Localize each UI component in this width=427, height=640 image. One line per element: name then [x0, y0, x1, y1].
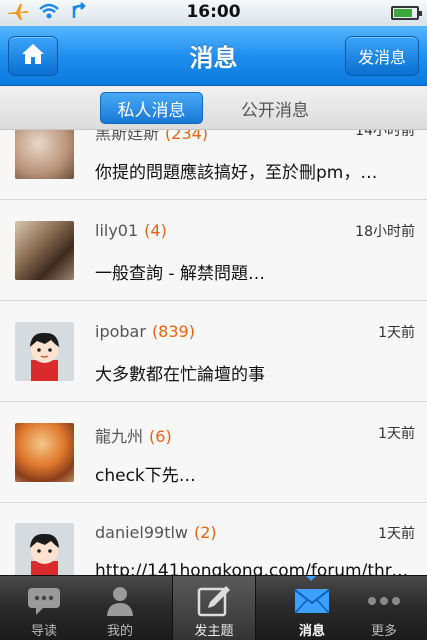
avatar: [15, 423, 74, 482]
list-item[interactable]: lily01 (4) 18小时前 一般查詢 - 解禁問題…: [0, 201, 427, 301]
tab-label: 消息: [298, 624, 325, 639]
sender-name: lily01: [95, 221, 139, 240]
tab-label: 导读: [30, 624, 57, 639]
nav-bar: 消息 发消息: [0, 26, 427, 86]
message-count: (4): [144, 221, 167, 240]
sender-name: ipobar: [95, 322, 146, 341]
tab-label: 更多: [370, 624, 397, 639]
message-time: 18小时前: [355, 224, 415, 240]
avatar: [15, 322, 74, 381]
default-avatar-icon: [30, 332, 59, 381]
list-item[interactable]: 龍九州 (6) 1天前 check下先…: [0, 403, 427, 503]
more-dots-icon: [366, 584, 402, 618]
tab-messages[interactable]: 消息: [272, 576, 352, 640]
list-item[interactable]: daniel99tlw (2) 1天前 http://141hongkong.co…: [0, 503, 427, 575]
message-count: (2): [194, 523, 217, 542]
message-count: (839): [151, 322, 195, 341]
sender-name: 黑斯廷斯: [95, 130, 160, 143]
tab-guide[interactable]: 导读: [4, 576, 84, 640]
tab-bar: 导读 我的 发主题 消息 更多: [0, 575, 427, 640]
message-preview: 你提的問題應該搞好，至於刪pm，…: [95, 163, 378, 183]
compose-icon: [196, 584, 232, 618]
message-count: (6): [149, 427, 172, 446]
message-time: 1天前: [378, 426, 415, 442]
message-time: 1天前: [378, 526, 415, 542]
message-list[interactable]: 黑斯廷斯 (234) 14小时前 你提的問題應該搞好，至於刪pm，… lily01…: [0, 130, 427, 575]
user-icon: [105, 584, 135, 618]
envelope-icon: [294, 584, 330, 618]
message-time: 14小时前: [355, 130, 415, 139]
avatar: [15, 221, 74, 280]
status-time: 16:00: [186, 2, 241, 22]
avatar: [15, 523, 74, 575]
battery-icon: [391, 6, 422, 20]
message-count: (234): [165, 130, 209, 143]
sender-name: 龍九州: [95, 427, 144, 446]
message-preview: 大多數都在忙論壇的事: [95, 365, 265, 385]
list-item[interactable]: 黑斯廷斯 (234) 14小时前 你提的問題應該搞好，至於刪pm，…: [0, 130, 427, 200]
sender-name: daniel99tlw: [95, 523, 188, 542]
segment-bar: 私人消息 公开消息: [0, 86, 427, 130]
speech-bubble-icon: [26, 584, 62, 618]
tab-mine[interactable]: 我的: [80, 576, 160, 640]
message-time: 1天前: [378, 325, 415, 341]
tab-public-messages[interactable]: 公开消息: [224, 92, 326, 124]
message-preview: http://141hongkong.com/forum/thre…: [95, 561, 415, 575]
status-bar: 16:00: [0, 0, 427, 26]
tab-label: 我的: [106, 624, 133, 639]
send-message-button[interactable]: 发消息: [345, 36, 419, 76]
tab-more[interactable]: 更多: [344, 576, 424, 640]
avatar: [15, 130, 74, 179]
list-item[interactable]: ipobar (839) 1天前 大多數都在忙論壇的事: [0, 302, 427, 402]
message-preview: check下先…: [95, 466, 196, 486]
message-preview: 一般查詢 - 解禁問題…: [95, 264, 265, 284]
tab-label: 发主题: [194, 624, 234, 639]
tab-new-topic[interactable]: 发主题: [172, 576, 256, 640]
tab-private-messages[interactable]: 私人消息: [100, 92, 203, 124]
default-avatar-icon: [30, 533, 59, 575]
